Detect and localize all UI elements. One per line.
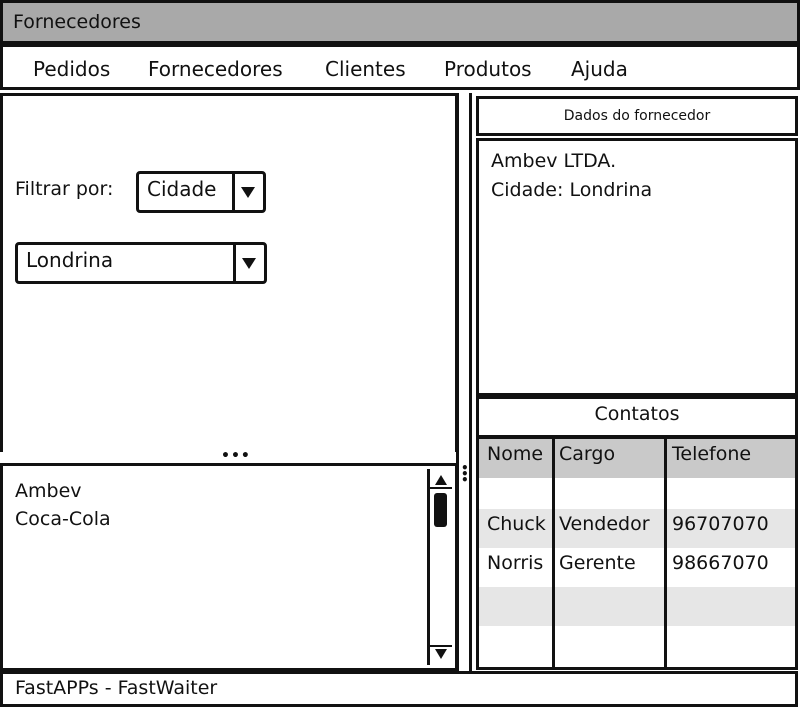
scrollbar-divider bbox=[430, 487, 452, 489]
window-title: Fornecedores bbox=[13, 11, 141, 33]
contacts-header-label: Contatos bbox=[594, 403, 680, 425]
scrollbar[interactable] bbox=[427, 469, 452, 665]
status-bar: FastAPPs - FastWaiter bbox=[0, 671, 798, 707]
column-header-nome[interactable]: Nome bbox=[487, 443, 543, 465]
cell-telefone: 96707070 bbox=[672, 513, 769, 535]
scroll-down-icon[interactable] bbox=[435, 649, 447, 659]
menu-item-pedidos[interactable]: Pedidos bbox=[33, 57, 110, 81]
vertical-splitter[interactable]: • • • bbox=[456, 93, 474, 671]
chevron-down-icon bbox=[241, 187, 255, 198]
filter-field-value: Cidade bbox=[147, 177, 217, 201]
scrollbar-divider bbox=[430, 645, 452, 647]
splitter-edge bbox=[469, 93, 472, 671]
filter-value-select[interactable]: Londrina bbox=[15, 242, 267, 284]
filter-field-select[interactable]: Cidade bbox=[136, 171, 266, 213]
details-panel: Ambev LTDA. Cidade: Londrina bbox=[476, 138, 798, 396]
dropdown-button[interactable] bbox=[232, 174, 263, 210]
cell-telefone: 98667070 bbox=[672, 552, 769, 574]
contacts-header: Contatos bbox=[476, 396, 798, 438]
grip-icon: ••• bbox=[461, 461, 469, 487]
table-row[interactable] bbox=[479, 626, 795, 665]
menu-item-produtos[interactable]: Produtos bbox=[444, 57, 532, 81]
table-row[interactable]: Norris Gerente 98667070 bbox=[479, 548, 795, 587]
details-city: Cidade: Londrina bbox=[491, 179, 653, 201]
cell-cargo: Vendedor bbox=[559, 513, 650, 535]
list-item[interactable]: Coca-Cola bbox=[15, 508, 111, 530]
details-header: Dados do fornecedor bbox=[476, 96, 798, 136]
scroll-up-icon[interactable] bbox=[435, 475, 447, 485]
column-divider bbox=[664, 439, 667, 667]
dropdown-button[interactable] bbox=[233, 245, 264, 281]
filter-value-value: Londrina bbox=[26, 248, 114, 272]
chevron-down-icon bbox=[242, 258, 256, 269]
column-header-telefone[interactable]: Telefone bbox=[672, 443, 751, 465]
contacts-table: Nome Cargo Telefone Chuck Vendedor 96707… bbox=[476, 436, 798, 670]
menu-item-ajuda[interactable]: Ajuda bbox=[571, 57, 628, 81]
scroll-thumb[interactable] bbox=[434, 493, 447, 527]
table-row[interactable] bbox=[479, 587, 795, 626]
cell-cargo: Gerente bbox=[559, 552, 636, 574]
filter-panel: Filtrar por: Cidade Londrina bbox=[0, 93, 458, 455]
grip-icon: ••• bbox=[221, 448, 251, 464]
supplier-list: Ambev Coca-Cola bbox=[0, 463, 458, 671]
list-item[interactable]: Ambev bbox=[15, 480, 82, 502]
title-bar: Fornecedores bbox=[0, 0, 800, 44]
column-divider bbox=[552, 439, 555, 667]
details-company: Ambev LTDA. bbox=[491, 150, 617, 172]
details-header-label: Dados do fornecedor bbox=[563, 108, 711, 124]
table-row[interactable]: Chuck Vendedor 96707070 bbox=[479, 509, 795, 548]
menu-item-fornecedores[interactable]: Fornecedores bbox=[148, 57, 283, 81]
horizontal-splitter[interactable]: ••• bbox=[0, 448, 458, 464]
status-text: FastAPPs - FastWaiter bbox=[15, 677, 218, 699]
menu-item-clientes[interactable]: Clientes bbox=[325, 57, 406, 81]
filter-label: Filtrar por: bbox=[15, 178, 114, 200]
cell-nome: Chuck bbox=[487, 513, 546, 535]
menu-bar: Pedidos Fornecedores Clientes Produtos A… bbox=[0, 44, 800, 90]
table-row[interactable] bbox=[479, 470, 795, 509]
splitter-edge bbox=[456, 93, 459, 671]
column-header-cargo[interactable]: Cargo bbox=[559, 443, 615, 465]
cell-nome: Norris bbox=[487, 552, 544, 574]
